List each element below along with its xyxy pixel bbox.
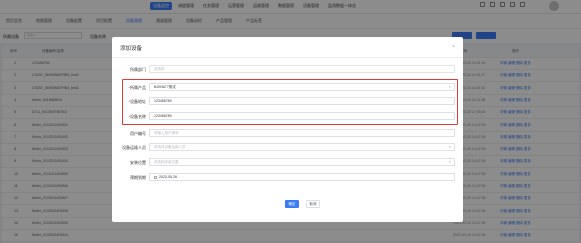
name-label: *设备名称: [128, 114, 146, 119]
user-code-label: 用户编号: [130, 131, 146, 136]
calendar-icon: [154, 175, 157, 179]
name-input[interactable]: 123456789: [149, 112, 455, 120]
chevron-down-icon: ∨: [448, 160, 451, 164]
modal-divider: [112, 57, 463, 58]
add-device-modal: 添加设备 × 所属部门 请选择 *所属产品 BJKN677测试 ∨ *设备地址 1…: [112, 37, 463, 222]
user-code-input[interactable]: 请输入用户编号: [149, 129, 455, 137]
cancel-button[interactable]: 取消: [306, 200, 320, 208]
maintainer-label: 设备运维人员: [122, 145, 146, 150]
address-input[interactable]: 123456789: [149, 97, 455, 105]
address-label: *设备地址: [128, 99, 146, 104]
install-label: 安装位置: [130, 160, 146, 165]
chevron-down-icon: ∨: [448, 145, 451, 149]
install-select[interactable]: 请选择安装位置 ∨: [149, 158, 455, 166]
dept-label: 所属部门: [130, 67, 146, 72]
chevron-down-icon: ∨: [448, 85, 451, 89]
product-select[interactable]: BJKN677测试 ∨: [149, 83, 455, 91]
maintainer-select[interactable]: 请选择设备运维人员 ∨: [149, 143, 455, 151]
confirm-button[interactable]: 确定: [285, 200, 299, 208]
expire-date-picker[interactable]: 2023-05-26: [149, 173, 455, 181]
expire-label: 预期到期: [130, 175, 146, 180]
dept-select[interactable]: 请选择: [149, 65, 455, 73]
close-icon[interactable]: ×: [452, 44, 455, 50]
product-label: *所属产品: [128, 85, 146, 90]
modal-title: 添加设备: [120, 46, 143, 52]
